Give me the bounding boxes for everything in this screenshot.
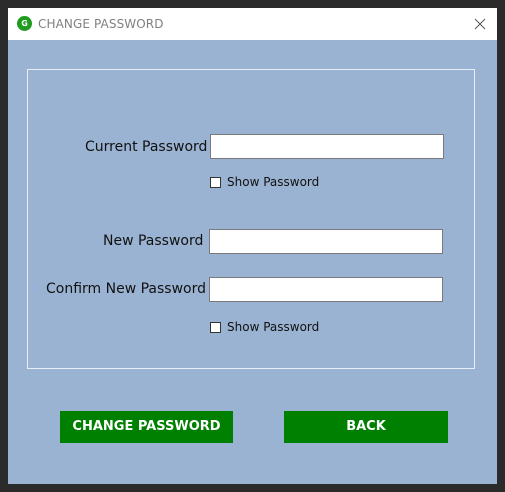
current-password-label: Current Password <box>85 139 208 155</box>
new-password-field[interactable] <box>209 229 443 254</box>
confirm-new-password-field[interactable] <box>209 277 443 302</box>
new-password-label: New Password <box>103 233 204 249</box>
back-button[interactable]: BACK <box>284 411 448 443</box>
current-password-field[interactable] <box>210 134 444 159</box>
change-password-button[interactable]: CHANGE PASSWORD <box>60 411 233 443</box>
show-current-password-checkbox[interactable]: Show Password <box>210 174 319 190</box>
title-bar[interactable]: G CHANGE PASSWORD <box>8 8 497 40</box>
checkbox-box[interactable] <box>210 176 221 188</box>
show-new-password-checkbox[interactable]: Show Password <box>210 319 319 335</box>
change-password-window: G CHANGE PASSWORD Current Password Show … <box>8 8 497 484</box>
show-password-label: Show Password <box>227 320 320 334</box>
checkbox-box[interactable] <box>210 321 221 333</box>
window-title: CHANGE PASSWORD <box>38 17 164 31</box>
close-button[interactable] <box>470 14 490 34</box>
app-logo-icon: G <box>17 16 32 31</box>
close-icon <box>474 18 486 30</box>
show-password-label: Show Password <box>227 175 320 189</box>
confirm-new-password-label: Confirm New Password <box>46 281 207 297</box>
